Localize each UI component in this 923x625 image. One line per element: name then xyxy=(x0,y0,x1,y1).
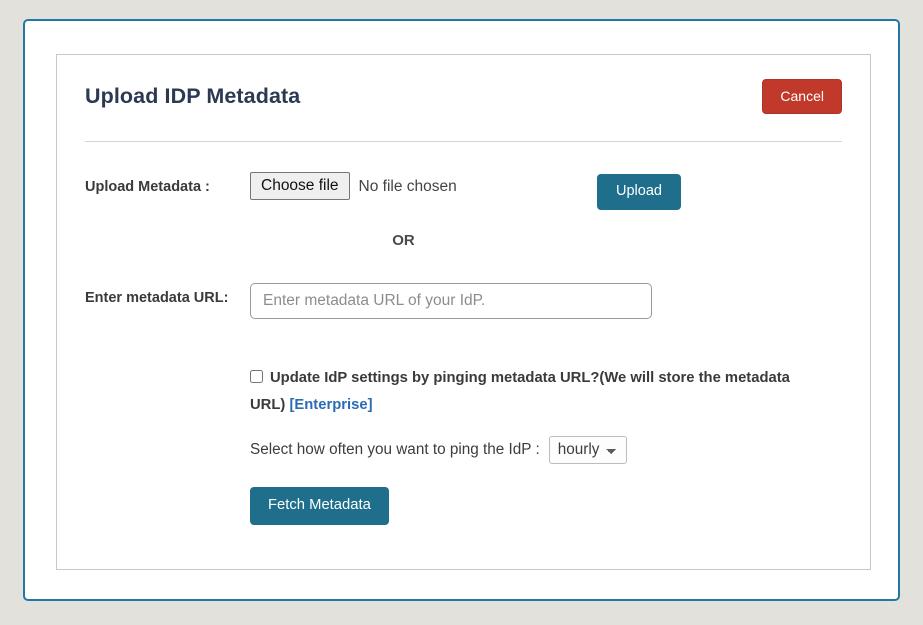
metadata-url-input[interactable] xyxy=(250,283,652,319)
ping-frequency-row: Select how often you want to ping the Id… xyxy=(250,436,810,464)
file-input-control[interactable]: Choose file No file chosen xyxy=(250,172,457,200)
upload-idp-metadata-panel: Upload IDP Metadata Cancel Upload Metada… xyxy=(56,54,871,570)
upload-metadata-row: Upload Metadata : Choose file No file ch… xyxy=(85,172,842,210)
metadata-url-label: Enter metadata URL: xyxy=(85,290,229,306)
cancel-button[interactable]: Cancel xyxy=(762,79,842,114)
header-divider xyxy=(85,141,842,142)
file-name-text: No file chosen xyxy=(358,177,457,195)
ping-metadata-checkbox[interactable] xyxy=(250,370,263,383)
upload-button[interactable]: Upload xyxy=(597,174,681,210)
ping-settings-block: Update IdP settings by pinging metadata … xyxy=(250,365,810,525)
ping-metadata-checkbox-label[interactable]: Update IdP settings by pinging metadata … xyxy=(250,365,810,419)
fetch-metadata-button[interactable]: Fetch Metadata xyxy=(250,487,389,525)
ping-frequency-select[interactable]: hourly xyxy=(548,436,627,464)
or-separator: OR xyxy=(392,232,415,249)
choose-file-button[interactable]: Choose file xyxy=(250,172,350,200)
panel-header: Upload IDP Metadata Cancel xyxy=(85,79,842,125)
metadata-url-row: Enter metadata URL: xyxy=(85,283,842,319)
enterprise-link[interactable]: [Enterprise] xyxy=(289,397,372,413)
page-title: Upload IDP Metadata xyxy=(85,84,301,108)
metadata-url-field xyxy=(250,283,842,319)
upload-metadata-field: Choose file No file chosen Upload xyxy=(250,172,842,210)
page-shell: Upload IDP Metadata Cancel Upload Metada… xyxy=(23,19,900,601)
upload-metadata-label: Upload Metadata : xyxy=(85,179,210,195)
ping-frequency-label: Select how often you want to ping the Id… xyxy=(250,441,540,458)
